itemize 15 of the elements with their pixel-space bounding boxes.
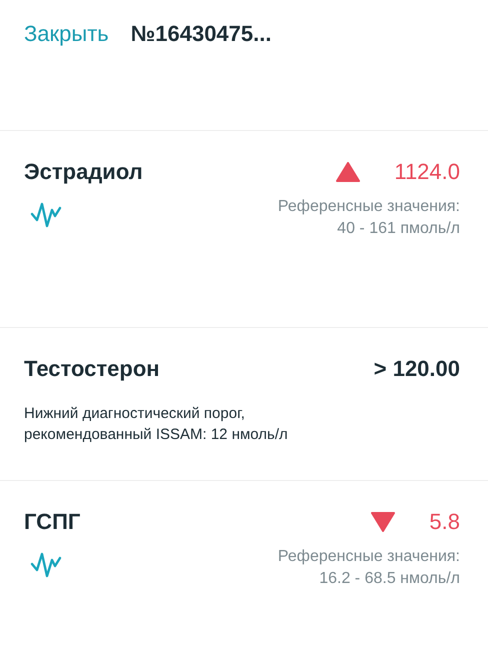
result-value: 1124.0 xyxy=(394,158,460,186)
analyte-name: ГСПГ xyxy=(24,508,80,536)
up-triangle-icon xyxy=(336,162,360,182)
title: №16430475... xyxy=(130,20,272,48)
result-value: 5.8 xyxy=(429,508,460,536)
reference-note: Нижний диагностический порог, рекомендованный ISSAM: 12 нмоль/л xyxy=(24,404,289,445)
analyte-name: Эстрадиол xyxy=(24,158,143,186)
analyte-name: Тестостерон xyxy=(24,355,160,383)
reference-label: Референсные значения: xyxy=(278,547,460,567)
close-link[interactable]: Закрыть xyxy=(24,17,109,50)
reference-label: Референсные значения: xyxy=(278,197,460,217)
reference-range: 40 - 161 пмоль/л xyxy=(337,219,460,239)
result-value: > 120.00 xyxy=(374,355,460,383)
reference-range: 16.2 - 68.5 нмоль/л xyxy=(319,569,460,589)
down-triangle-icon xyxy=(371,512,396,532)
